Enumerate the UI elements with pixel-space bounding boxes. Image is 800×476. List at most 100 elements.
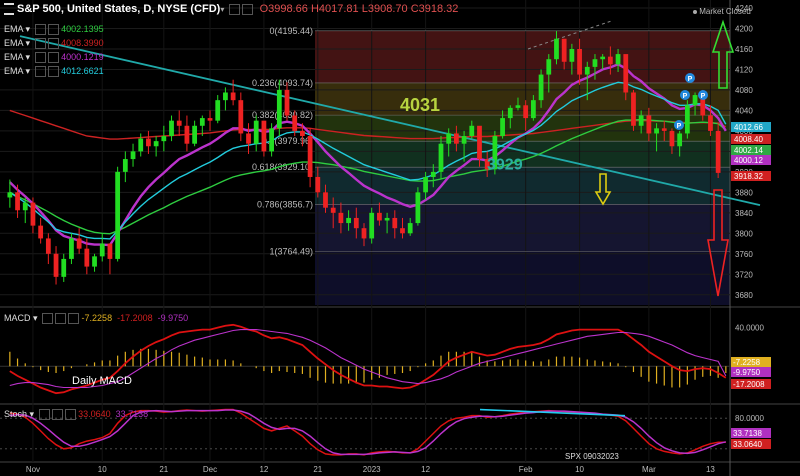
candle-body <box>276 89 282 129</box>
stoch-legend[interactable]: Stoch ▾ 33.0640 33.7138 <box>4 409 149 421</box>
watermark: SPX 09032023 <box>565 452 619 461</box>
candle-body <box>53 253 59 277</box>
candle-body <box>122 159 128 172</box>
y-tick-label: 4160 <box>735 45 753 54</box>
ema-value: 4000.1219 <box>61 52 104 62</box>
candle-body <box>284 89 290 116</box>
symbol-title[interactable]: S&P 500, United States, D, NYSE (CFD) <box>17 3 220 15</box>
candle-body <box>638 115 644 126</box>
y-tick-label: 40.0000 <box>735 324 764 333</box>
settings-icon[interactable] <box>229 3 241 15</box>
candle-body <box>577 48 582 75</box>
price-tag-label: 33.0640 <box>733 440 762 449</box>
close-icon[interactable] <box>47 38 59 50</box>
settings-icon[interactable] <box>42 313 54 325</box>
candle-body <box>107 243 113 259</box>
ema-value: 4008.3990 <box>61 38 104 48</box>
close-icon[interactable] <box>47 66 59 78</box>
candle-body <box>554 38 559 60</box>
candle-body <box>400 228 405 234</box>
fib-level-label: 0.382(4030.82) <box>252 110 313 120</box>
settings-icon[interactable] <box>34 52 46 64</box>
price-tag-label: -17.2008 <box>733 380 765 389</box>
settings-icon[interactable] <box>34 38 46 50</box>
status-dot-icon <box>693 9 697 14</box>
candle-body <box>192 125 198 144</box>
y-tick-label: 4200 <box>735 24 753 33</box>
y-tick-label: 80.0000 <box>735 414 764 423</box>
candle-body <box>646 115 652 134</box>
candle-body <box>377 212 382 221</box>
y-tick-label: 4120 <box>735 65 753 74</box>
stoch-value: 33.7138 <box>115 409 149 419</box>
candle-body <box>592 59 598 67</box>
candle-body <box>715 130 721 173</box>
pivot-marker-label: P <box>683 93 688 100</box>
price-tag-label: 4012.66 <box>734 123 763 132</box>
chart-header: S&P 500, United States, D, NYSE (CFD)▾ O… <box>4 3 458 16</box>
candle-body <box>430 171 436 177</box>
stoch-title: Stoch <box>4 409 28 419</box>
candle-body <box>61 258 67 277</box>
level-annotation: 3929 <box>487 156 523 173</box>
candle-body <box>130 151 136 160</box>
candle-body <box>69 238 74 259</box>
close-icon[interactable] <box>47 52 59 64</box>
dropdown-arrow-icon[interactable]: ▾ <box>220 5 224 14</box>
y-tick-label: 4080 <box>735 86 753 95</box>
close-icon[interactable] <box>55 313 67 325</box>
ema-legend-1[interactable]: EMA ▾ 4002.1395 <box>4 24 104 36</box>
candle-body <box>469 125 475 137</box>
settings-icon[interactable] <box>34 66 46 78</box>
candle-body <box>323 192 328 208</box>
x-tick-label: 10 <box>575 465 584 474</box>
more-icon[interactable] <box>64 409 76 421</box>
candle-body <box>477 125 482 160</box>
x-tick-label: 21 <box>159 465 168 474</box>
candle-body <box>115 171 121 259</box>
candle-body <box>546 59 552 75</box>
pivot-marker-label: P <box>701 93 706 100</box>
candle-body <box>684 105 690 134</box>
candle-body <box>500 118 505 137</box>
level-annotation: 4031 <box>400 95 440 115</box>
more-icon[interactable] <box>68 313 80 325</box>
ema-label: EMA <box>4 52 24 62</box>
x-tick-label: 13 <box>706 465 715 474</box>
candle-body <box>461 136 467 144</box>
candle-body <box>199 118 205 126</box>
candle-body <box>22 202 28 211</box>
chart-canvas: 0(4195.44) 0.236(4093.74) 0.382(4030.82) 0.… <box>0 0 800 476</box>
ema-value: 4012.6621 <box>61 66 104 76</box>
settings-icon[interactable] <box>34 24 46 36</box>
macd-title: MACD <box>4 313 31 323</box>
y-tick-label: 3720 <box>735 270 753 279</box>
x-tick-label: 12 <box>421 465 430 474</box>
candle-body <box>631 92 636 126</box>
candle-body <box>215 100 221 121</box>
stoch-value: 33.0640 <box>78 409 111 419</box>
close-icon[interactable] <box>51 409 63 421</box>
chart-root: 0(4195.44) 0.236(4093.74) 0.382(4030.82) 0.… <box>0 0 800 476</box>
macd-legend[interactable]: MACD ▾ -7.2258 -17.2008 -9.9750 <box>4 313 188 325</box>
ema-legend-4[interactable]: EMA ▾ 4012.6621 <box>4 66 104 78</box>
fib-band <box>315 115 730 142</box>
high-value: H4017.81 <box>310 3 359 15</box>
candle-body <box>692 95 698 106</box>
x-tick-label: 10 <box>98 465 107 474</box>
ema-legend-3[interactable]: EMA ▾ 4000.1219 <box>4 52 104 64</box>
macd-value: -7.2258 <box>81 313 113 323</box>
open-value: O3998.66 <box>259 3 308 15</box>
y-tick-label: 3760 <box>735 250 753 259</box>
price-tag-label: 4002.14 <box>734 146 763 155</box>
pivot-marker-label: P <box>688 76 693 83</box>
close-icon[interactable] <box>242 3 254 15</box>
price-tag-label: -9.9750 <box>733 368 761 377</box>
close-icon[interactable] <box>47 24 59 36</box>
ema-legend-2[interactable]: EMA ▾ 4008.3990 <box>4 38 104 50</box>
candle-body <box>76 238 82 249</box>
menu-icon[interactable] <box>4 3 14 16</box>
candle-body <box>253 120 259 144</box>
settings-icon[interactable] <box>38 409 50 421</box>
candle-body <box>677 133 683 147</box>
